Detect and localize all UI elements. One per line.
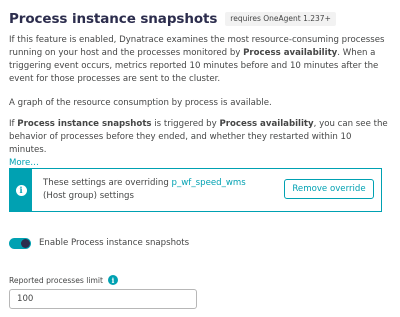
p3-bold-1: Process instance snapshots	[17, 119, 152, 129]
remove-override-button[interactable]: Remove override	[284, 179, 374, 199]
enable-toggle-row: Enable Process instance snapshots	[9, 236, 189, 250]
override-notice: i These settings are overriding p_wf_spe…	[9, 168, 382, 212]
help-icon[interactable]: i	[108, 275, 119, 285]
host-group-link[interactable]: p_wf_speed_wms	[172, 178, 246, 188]
info-strip: i	[10, 169, 32, 211]
enable-snapshots-toggle[interactable]	[9, 237, 31, 249]
description-paragraph-2: A graph of the resource consumption by p…	[9, 98, 272, 108]
description-paragraph-3: If Process instance snapshots is trigger…	[9, 118, 389, 170]
enable-snapshots-label: Enable Process instance snapshots	[39, 238, 190, 248]
limit-field-label: Reported processes limit	[9, 275, 104, 285]
toggle-knob	[21, 238, 30, 248]
p3-text-b: is triggered by	[151, 119, 220, 129]
info-icon: i	[15, 184, 27, 196]
p3-bold-2: Process availability	[219, 119, 314, 129]
limit-label-row: Reported processes limit i	[9, 274, 119, 286]
description-paragraph-1: If this feature is enabled, Dynatrace ex…	[9, 34, 389, 86]
override-text-after: (Host group) settings	[43, 191, 134, 201]
reported-processes-limit-input[interactable]	[9, 289, 197, 309]
page-title: Process instance snapshots	[9, 11, 218, 27]
override-notice-text: These settings are overriding p_wf_speed…	[43, 177, 268, 203]
more-link[interactable]: More…	[9, 158, 39, 168]
override-text-before: These settings are overriding	[43, 178, 172, 188]
p1-bold: Process availability	[243, 48, 338, 58]
requirement-badge: requires OneAgent 1.237+	[225, 12, 336, 26]
title-row: Process instance snapshots requires OneA…	[9, 10, 336, 28]
